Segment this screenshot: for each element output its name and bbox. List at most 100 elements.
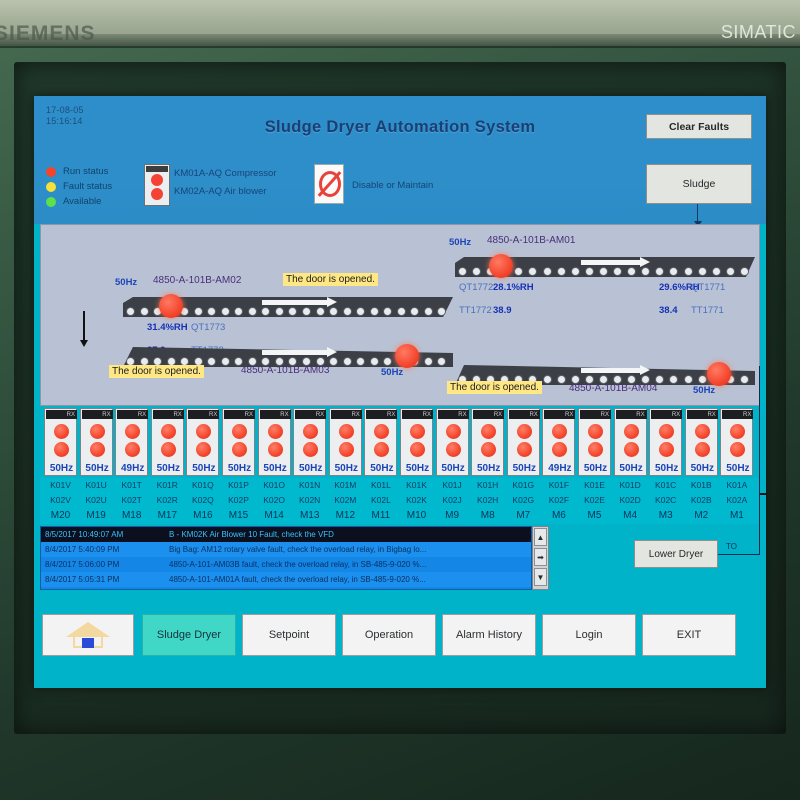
- roller-icon: [274, 306, 284, 316]
- vfd-lamp-lower-icon: [694, 442, 710, 457]
- nav-button-sludge-dryer[interactable]: Sludge Dryer: [142, 614, 236, 656]
- vfd-lamp-lower-icon: [125, 442, 141, 457]
- belt-1-frequency: 50Hz: [449, 237, 472, 248]
- vfd-motor-tag: M9: [445, 510, 460, 521]
- vfd-lamp-upper-icon: [54, 424, 69, 439]
- vfd-cap-label: RX: [722, 410, 754, 419]
- vfd-lamp-lower-icon: [160, 442, 176, 457]
- vfd-unit-M1[interactable]: RX 50Hz: [720, 408, 754, 476]
- vfd-lamp-lower-icon: [374, 442, 390, 457]
- vfd-unit-M2[interactable]: RX 50Hz: [684, 408, 718, 476]
- clear-faults-button[interactable]: Clear Faults: [646, 114, 752, 139]
- roller-icon: [598, 266, 608, 276]
- alarm-row[interactable]: 8/4/2017 5:06:00 PM 4850-A-101-AM03B faul…: [41, 557, 531, 572]
- roller-icon: [220, 356, 230, 366]
- vfd-lamp-upper-icon: [481, 424, 497, 439]
- vfd-motor-tag: M3: [658, 510, 673, 521]
- vfd-k2-tag: K02P: [228, 495, 249, 505]
- vfd-lamp-upper-icon: [303, 424, 319, 439]
- vfd-cap-label: RX: [330, 410, 362, 419]
- belt-direction-arrow-icon: [581, 257, 650, 267]
- scroll-up-icon[interactable]: ▲: [534, 528, 547, 546]
- roller-icon: [584, 266, 594, 276]
- vfd-unit-M3[interactable]: RX 50Hz: [649, 408, 683, 476]
- vfd-tag-labels: K01V K02V M20 K01U K02U M19 K01T K02T M18 K01R K02…: [40, 478, 760, 524]
- legend-label: Fault status: [63, 181, 113, 192]
- vfd-lamp-lower-icon: [267, 442, 283, 457]
- date-text: 17-08-05: [46, 105, 84, 115]
- vfd-unit-M14[interactable]: RX 50Hz: [257, 408, 291, 476]
- nav-button-alarm-history[interactable]: Alarm History: [442, 614, 536, 656]
- lower-dryer-button[interactable]: Lower Dryer: [634, 540, 718, 568]
- vfd-motor-tag: M7: [516, 510, 531, 521]
- vfd-cap-label: RX: [473, 410, 505, 419]
- vfd-tags-M5: K01E K02E M5: [578, 478, 611, 523]
- legend-km01a-label: KM01A-AQ Compressor: [174, 168, 277, 179]
- alarm-scrollbar[interactable]: ▲ ➡ ▼: [532, 526, 549, 590]
- vfd-cap-label: RX: [651, 410, 683, 419]
- sludge-button[interactable]: Sludge: [646, 164, 752, 204]
- vfd-motor-tag: M16: [193, 510, 213, 521]
- vfd-unit-M16[interactable]: RX 50Hz: [186, 408, 220, 476]
- roller-icon: [356, 306, 366, 316]
- alarm-list[interactable]: 8/5/2017 10:49:07 AM B - KM02K Air Blower…: [40, 526, 532, 590]
- vfd-motor-tag: M18: [121, 510, 142, 521]
- roller-icon: [383, 356, 393, 366]
- vfd-unit-M4[interactable]: RX 50Hz: [613, 408, 647, 476]
- vfd-lamp-upper-icon: [196, 424, 212, 439]
- nav-button-setpoint[interactable]: Setpoint: [242, 614, 336, 656]
- vfd-unit-M17[interactable]: RX 50Hz: [150, 408, 184, 476]
- vfd-k1-tag: K01T: [121, 480, 142, 490]
- roller-icon: [315, 306, 325, 316]
- roller-icon: [542, 374, 552, 384]
- vfd-cap-label: RX: [188, 410, 220, 419]
- vfd-cap-label: RX: [366, 410, 398, 419]
- vfd-unit-M7[interactable]: RX 50Hz: [506, 408, 540, 476]
- belt-1-temp-right: 38.4: [659, 305, 678, 316]
- vfd-unit-M5[interactable]: RX 50Hz: [578, 408, 611, 476]
- vfd-unit-M19[interactable]: RX 50Hz: [79, 408, 113, 476]
- vfd-unit-M20[interactable]: RX 50Hz: [44, 408, 77, 476]
- alarm-row[interactable]: 8/4/2017 5:40:09 PM Big Bag: AM12 rotary …: [41, 542, 531, 557]
- vfd-cap-label: RX: [580, 410, 611, 419]
- vfd-unit-M18[interactable]: RX 49Hz: [115, 408, 149, 476]
- vfd-unit-M9[interactable]: RX 50Hz: [435, 408, 469, 476]
- vfd-frequency: 50Hz: [156, 463, 180, 474]
- vfd-unit-M15[interactable]: RX 50Hz: [222, 408, 255, 476]
- vfd-lamp-lower-icon: [338, 442, 354, 457]
- scroll-right-icon[interactable]: ➡: [534, 548, 547, 566]
- vfd-unit-M11[interactable]: RX 50Hz: [364, 408, 398, 476]
- belt-2-qt-left: QT1773: [191, 322, 226, 333]
- scroll-down-icon[interactable]: ▼: [534, 568, 547, 586]
- nav-button-login[interactable]: Login: [542, 614, 636, 656]
- roller-icon: [437, 356, 447, 366]
- roller-icon: [261, 306, 271, 316]
- vfd-unit-M13[interactable]: RX 50Hz: [293, 408, 327, 476]
- nav-button-operation[interactable]: Operation: [342, 614, 436, 656]
- roller-icon: [711, 266, 721, 276]
- vfd-k1-tag: K01A: [726, 480, 748, 490]
- vfd-frequency: 50Hz: [263, 463, 287, 474]
- vfd-cap-label: RX: [437, 410, 469, 419]
- vfd-unit-M12[interactable]: RX 50Hz: [328, 408, 362, 476]
- nav-button-exit[interactable]: EXIT: [642, 614, 736, 656]
- vfd-k1-tag: K01L: [370, 480, 391, 490]
- status-legend: Run status Fault status Available: [46, 164, 112, 209]
- vfd-unit-M6[interactable]: RX 49Hz: [542, 408, 576, 476]
- vfd-motor-tag: M4: [623, 510, 638, 521]
- vfd-lamp-lower-icon: [303, 442, 319, 457]
- dryer-belt-3: [123, 344, 453, 368]
- vfd-k1-tag: K01E: [584, 480, 605, 490]
- vfd-motor-tag: M8: [480, 510, 495, 521]
- legend-item-0: Run status: [46, 164, 112, 179]
- vfd-tags-M8: K01H K02H M8: [471, 478, 504, 523]
- hmi-screen: 17-08-05 15:16:14 Sludge Dryer Automatio…: [34, 96, 766, 688]
- alarm-row[interactable]: 8/5/2017 10:49:07 AM B - KM02K Air Blower…: [41, 527, 531, 542]
- home-button[interactable]: [42, 614, 134, 656]
- belt-1-tag: 4850-A-101B-AM01: [487, 235, 576, 246]
- vfd-unit-M8[interactable]: RX 50Hz: [471, 408, 505, 476]
- vfd-unit-M10[interactable]: RX 50Hz: [400, 408, 433, 476]
- alarm-row[interactable]: 8/4/2017 5:05:31 PM 4850-A-101-AM01A faul…: [41, 572, 531, 587]
- belt-3-tag: 4850-A-101B-AM03: [241, 365, 330, 376]
- roller-icon: [193, 306, 203, 316]
